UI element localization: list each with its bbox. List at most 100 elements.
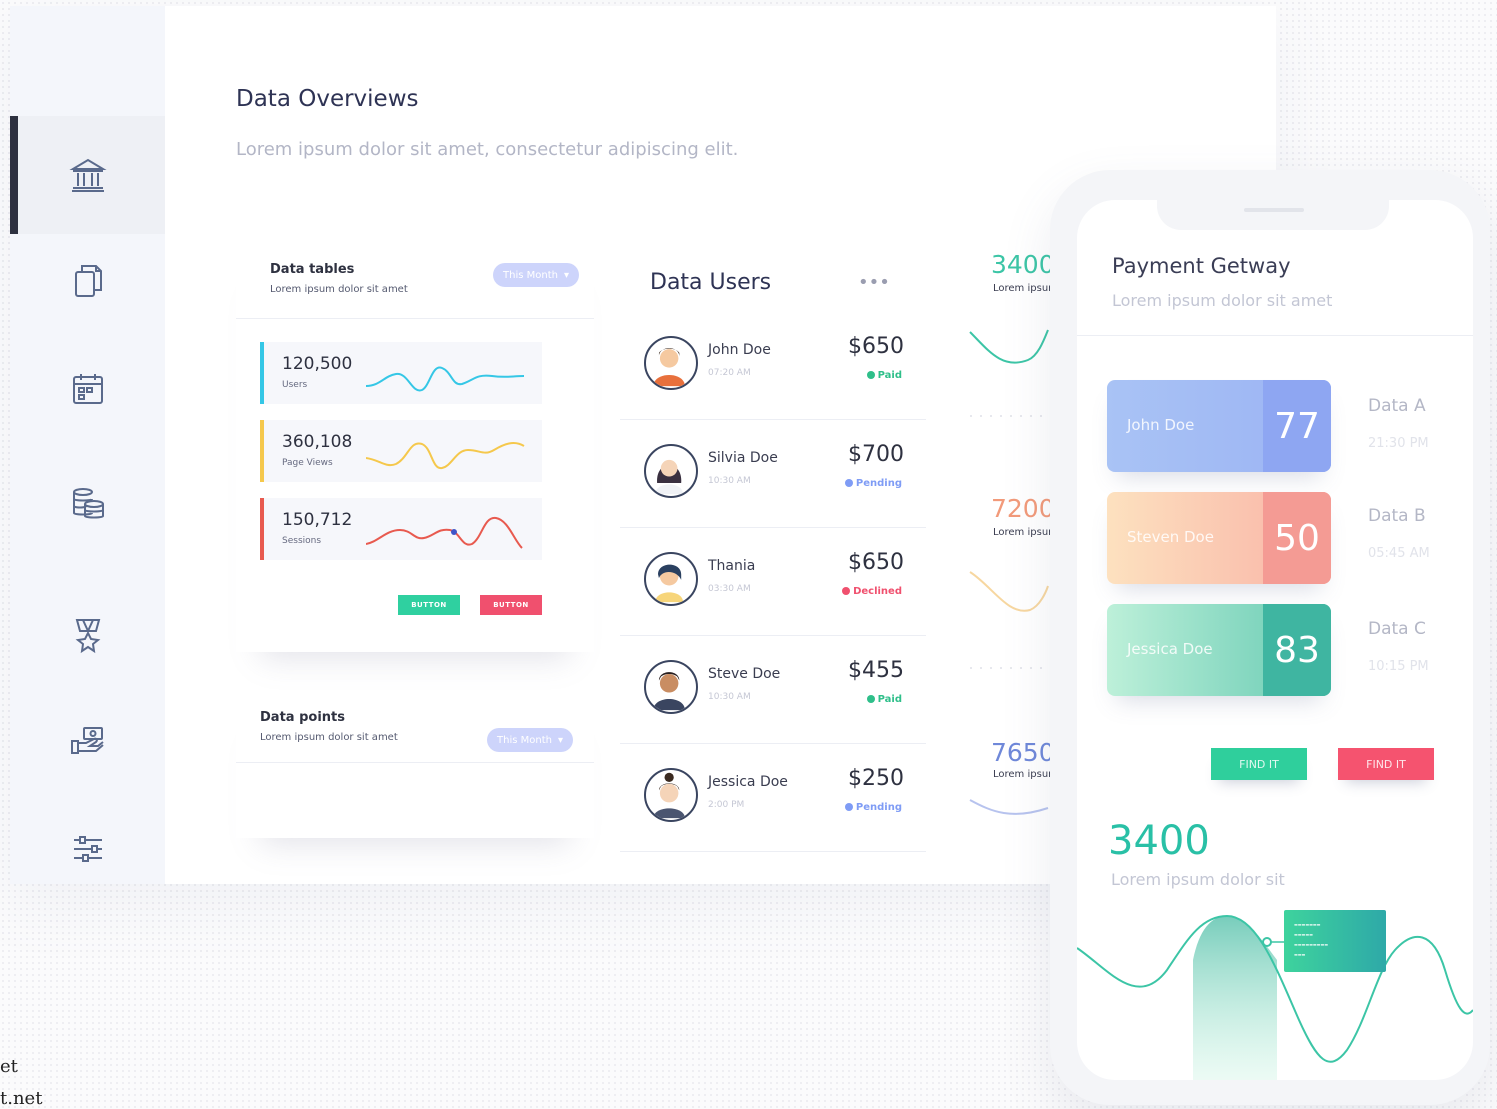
more-options-icon[interactable]: ••• [858,272,890,293]
sidebar-item-settings[interactable] [10,790,165,908]
payment-hand-icon [70,727,104,754]
user-name: John Doe [708,342,771,358]
divider [236,762,594,763]
chart-tooltip: ▬▬▬▬▬▬▬ ▬▬▬▬▬ ▬▬▬▬▬▬▬▬▬ ▬▬▬ [1284,910,1386,972]
sidebar-item-calendar[interactable] [10,330,165,448]
tooltip-line: ▬▬▬ [1294,952,1306,957]
user-row[interactable]: Jessica Doe 2:00 PM $250 Pending [620,744,926,852]
divider [236,318,594,319]
metric-label: Page Views [282,458,333,468]
data-tables-subtitle: Lorem ipsum dolor sit amet [270,284,408,295]
data-label: Data C [1368,619,1426,639]
payment-card-name: Jessica Doe [1127,640,1213,658]
coins-icon [72,488,104,519]
sessions-sparkline [366,516,523,549]
payment-card[interactable]: Jessica Doe 83 [1107,604,1331,696]
user-amount: $650 [848,334,904,359]
month-filter-dropdown[interactable]: This Month ▾ [493,263,579,287]
sidebar-item-finance[interactable] [10,444,165,562]
sidebar-item-bank[interactable] [10,116,165,234]
payment-wave-chart [1077,914,1473,1080]
user-time: 03:30 AM [708,584,751,594]
data-tables-card: Data tables Lorem ipsum dolor sit amet T… [236,242,594,652]
metric-value: 120,500 [282,354,353,374]
green-button[interactable]: BUTTON [398,595,460,615]
stat-value: 3400 [991,250,1055,279]
calendar-icon [72,374,103,404]
data-time: 21:30 PM [1368,436,1429,451]
tooltip-line: ▬▬▬▬▬ [1294,932,1313,937]
payment-card[interactable]: John Doe 77 [1107,380,1331,472]
speaker-grille [1244,208,1304,212]
status-dot-icon [866,371,875,379]
find-it-button-green[interactable]: FIND IT [1211,748,1307,780]
user-name: Jessica Doe [708,774,788,790]
data-tables-title: Data tables [270,262,355,277]
payment-subtitle: Lorem ipsum dolor sit amet [1112,291,1333,310]
status-badge: Pending [844,802,902,813]
sidebar-item-awards[interactable] [10,576,165,694]
user-row[interactable]: Thania 03:30 AM $650 Declined [620,528,926,636]
status-text: Pending [855,478,902,489]
total-value: 3400 [1108,818,1210,864]
watermark-line: t.net [0,1088,43,1109]
data-points-card: Data points Lorem ipsum dolor sit amet T… [236,690,594,838]
payment-card-score: 50 [1263,492,1331,584]
metric-bar [260,420,264,482]
avatar [644,444,698,498]
user-amount: $700 [848,442,904,467]
user-name: Thania [708,558,756,574]
avatar [644,552,698,606]
data-time: 05:45 AM [1368,546,1430,561]
month-filter-label: This Month [503,269,558,281]
chevron-down-icon: ▾ [557,734,563,746]
total-subtitle: Lorem ipsum dolor sit [1111,870,1285,889]
payment-card-score: 83 [1263,604,1331,696]
payment-card-name: Steven Doe [1127,528,1214,546]
status-text: Paid [877,370,902,381]
status-dot-icon [842,587,851,595]
user-row[interactable]: John Doe 07:20 AM $650 Paid [620,312,926,420]
data-label: Data B [1368,506,1426,526]
tooltip-line: ▬▬▬▬▬▬▬ [1294,922,1321,927]
user-time: 10:30 AM [708,476,751,486]
phone-notch [1157,200,1389,230]
data-users-title: Data Users [650,270,772,295]
status-text: Declined [853,586,902,597]
data-time: 10:15 PM [1368,659,1429,674]
sidebar-item-payments[interactable] [10,682,165,800]
metric-value: 360,108 [282,432,353,452]
user-row[interactable]: Silvia Doe 10:30 AM $700 Pending [620,420,926,528]
payment-card[interactable]: Steven Doe 50 [1107,492,1331,584]
payment-card-score: 77 [1263,380,1331,472]
metric-label: Sessions [282,536,322,546]
user-name: Silvia Doe [708,450,778,466]
metric-value: 150,712 [282,510,353,530]
user-time: 2:00 PM [708,800,745,810]
sidebar-item-documents[interactable] [10,222,165,340]
user-row[interactable]: Steve Doe 10:30 AM $455 Paid [620,636,926,744]
month-filter-dropdown[interactable]: This Month ▾ [487,728,573,752]
award-icon [75,619,100,654]
find-it-button-red[interactable]: FIND IT [1338,748,1434,780]
tooltip-line: ▬▬▬▬▬▬▬▬▬ [1294,942,1329,947]
metric-page-views: 360,108 Page Views [260,420,542,482]
status-text: Paid [877,694,902,705]
watermark-line: et [0,1056,18,1077]
chevron-down-icon: ▾ [563,269,569,281]
page-views-sparkline [366,442,525,470]
user-amount: $250 [848,766,904,791]
month-filter-label: This Month [497,734,552,746]
data-label: Data A [1368,396,1426,416]
status-text: Pending [855,802,902,813]
status-dot-icon [844,803,853,811]
red-button[interactable]: BUTTON [480,595,542,615]
sidebar [10,6,165,884]
metric-label: Users [282,380,308,390]
avatar [644,336,698,390]
user-time: 10:30 AM [708,692,751,702]
user-time: 07:20 AM [708,368,751,378]
avatar [644,660,698,714]
status-badge: Declined [842,586,902,597]
metric-bar [260,342,264,404]
